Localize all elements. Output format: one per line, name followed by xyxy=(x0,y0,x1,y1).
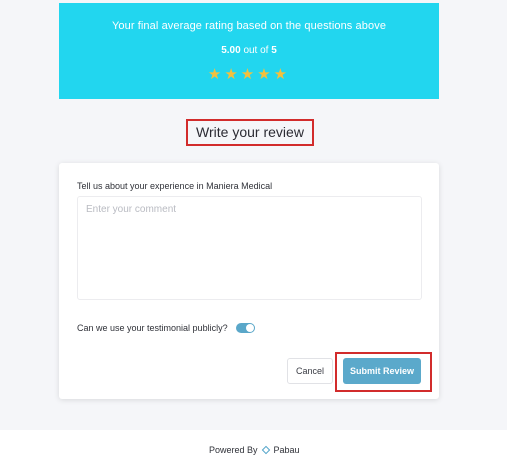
star-icon: ★ xyxy=(240,66,258,83)
star-icon: ★ xyxy=(224,66,241,83)
comment-input[interactable] xyxy=(77,196,422,300)
footer: Powered By Pabau xyxy=(0,430,507,465)
rating-caption: Your final average rating based on the q… xyxy=(111,20,387,32)
star-icon: ★ xyxy=(273,66,291,83)
testimonial-toggle[interactable] xyxy=(235,323,255,333)
powered-by-text: Powered By xyxy=(209,445,258,455)
powered-by: Powered By Pabau xyxy=(209,445,300,455)
cancel-button[interactable]: Cancel xyxy=(287,358,333,384)
pabau-logo-icon xyxy=(262,446,271,455)
rating-score: 5.00 out of 5 xyxy=(59,45,439,56)
testimonial-toggle-row: Can we use your testimonial publicly? xyxy=(77,321,255,335)
submit-review-button[interactable]: Submit Review xyxy=(343,358,421,384)
rating-out-of-text: out of xyxy=(243,45,269,56)
star-icon: ★ xyxy=(257,66,274,83)
brand-name: Pabau xyxy=(273,445,300,455)
rating-banner: Your final average rating based on the q… xyxy=(59,3,439,99)
star-icon: ★ xyxy=(207,66,225,83)
experience-prompt-label: Tell us about your experience in Maniera… xyxy=(77,181,273,191)
write-review-heading: Write your review xyxy=(186,119,314,146)
star-rating: ★★★★★ xyxy=(59,65,439,83)
toggle-knob xyxy=(245,324,254,332)
review-card: Tell us about your experience in Maniera… xyxy=(59,163,439,399)
rating-score-value: 5.00 xyxy=(221,45,241,56)
rating-max-value: 5 xyxy=(271,45,277,56)
testimonial-label: Can we use your testimonial publicly? xyxy=(77,323,228,333)
